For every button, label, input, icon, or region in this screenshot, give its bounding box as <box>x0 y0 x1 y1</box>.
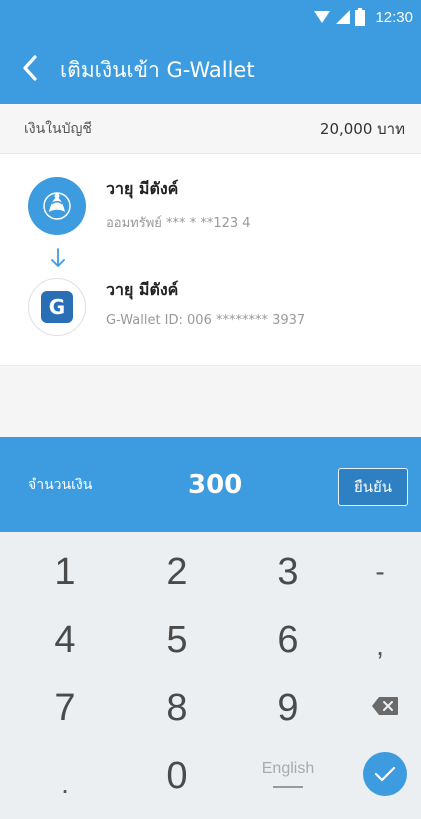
key-9[interactable]: 9 <box>243 678 333 738</box>
amount-bar: จำนวนเงิน 300 ยืนยัน <box>0 437 421 532</box>
key-4[interactable]: 4 <box>20 610 110 670</box>
language-underline <box>273 786 303 788</box>
g-wallet-logo: G <box>28 278 86 336</box>
amount-label: จำนวนเงิน <box>28 476 93 493</box>
source-account-number: ออมทรัพย์ *** * **123 4 <box>106 216 251 231</box>
balance-row: เงินในบัญชี 20,000 บาท <box>0 104 421 154</box>
page-title: เติมเงินเข้า G-Wallet <box>60 57 255 82</box>
key-3[interactable]: 3 <box>243 542 333 602</box>
key-6[interactable]: 6 <box>243 610 333 670</box>
key-0[interactable]: 0 <box>132 746 222 806</box>
language-label: English <box>261 760 315 777</box>
key-1[interactable]: 1 <box>20 542 110 602</box>
status-time: 12:30 <box>375 8 413 26</box>
backspace-key[interactable] <box>350 678 420 738</box>
key-dash[interactable]: - <box>345 542 415 602</box>
numeric-keypad: 1 2 3 - 4 5 6 , 7 8 9 . 0 English <box>0 532 421 819</box>
source-account-text: วายุ มีตังค์ ออมทรัพย์ *** * **123 4 <box>106 177 251 235</box>
source-account-name: วายุ มีตังค์ <box>106 179 179 198</box>
confirm-button[interactable]: ยืนยัน <box>338 468 408 506</box>
arrow-down-icon <box>50 247 66 273</box>
source-account[interactable]: วายุ มีตังค์ ออมทรัพย์ *** * **123 4 <box>0 177 421 235</box>
empty-area <box>0 365 421 437</box>
backspace-icon <box>371 696 399 721</box>
balance-label: เงินในบัญชี <box>24 120 92 137</box>
app-bar: เติมเงินเข้า G-Wallet <box>0 36 421 104</box>
key-7[interactable]: 7 <box>20 678 110 738</box>
key-5[interactable]: 5 <box>132 610 222 670</box>
transfer-card: วายุ มีตังค์ ออมทรัพย์ *** * **123 4 G ว… <box>0 155 421 365</box>
balance-value: 20,000 บาท <box>319 119 405 138</box>
status-bar: 12:30 <box>0 0 421 36</box>
destination-account-text: วายุ มีตังค์ G-Wallet ID: 006 ******** 3… <box>106 278 305 336</box>
done-key[interactable] <box>355 744 415 804</box>
bank-logo-icon <box>28 177 86 235</box>
language-switch-key[interactable]: English <box>243 744 333 804</box>
key-2[interactable]: 2 <box>132 542 222 602</box>
key-comma[interactable]: , <box>345 616 415 676</box>
g-wallet-logo-letter: G <box>41 291 73 323</box>
amount-input[interactable]: 300 <box>188 470 338 500</box>
check-icon <box>363 752 407 796</box>
chevron-left-icon <box>22 55 38 85</box>
back-button[interactable] <box>0 36 60 104</box>
signal-icon <box>335 9 351 25</box>
destination-account[interactable]: G วายุ มีตังค์ G-Wallet ID: 006 ********… <box>0 278 421 336</box>
key-8[interactable]: 8 <box>132 678 222 738</box>
destination-account-name: วายุ มีตังค์ <box>106 280 179 299</box>
key-dot[interactable]: . <box>20 754 110 814</box>
battery-icon <box>355 8 366 26</box>
wifi-icon <box>313 9 331 25</box>
status-icons: 12:30 <box>313 8 413 26</box>
destination-wallet-id: G-Wallet ID: 006 ******** 3937 <box>106 313 306 328</box>
